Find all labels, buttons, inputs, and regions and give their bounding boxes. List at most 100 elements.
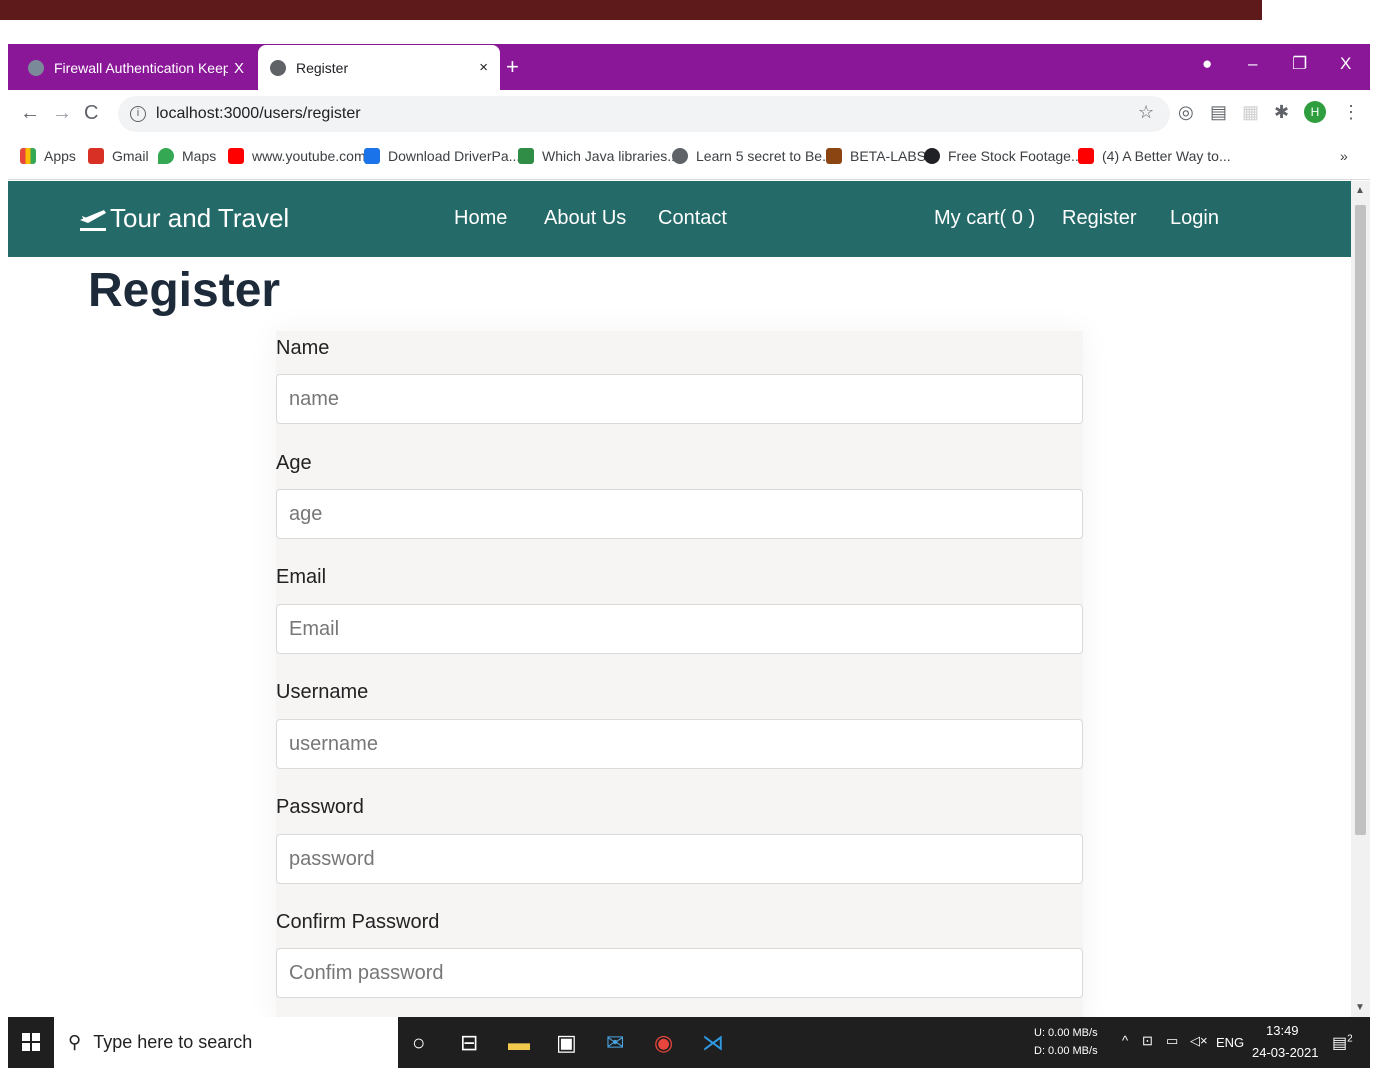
- tab-title: Firewall Authentication Keepalive: [54, 60, 228, 76]
- profile-menu-icon[interactable]: ●: [1202, 54, 1212, 74]
- youtube-icon: [1078, 148, 1094, 164]
- info-icon[interactable]: i: [130, 106, 146, 122]
- task-view-icon[interactable]: ⊟: [460, 1030, 478, 1056]
- tab-title: Register: [296, 59, 349, 76]
- cortana-icon[interactable]: ○: [412, 1030, 425, 1056]
- close-icon[interactable]: ×: [479, 59, 488, 76]
- clock-time[interactable]: 13:49: [1266, 1023, 1299, 1038]
- stock-footage-icon: [924, 148, 940, 164]
- new-tab-button[interactable]: +: [506, 54, 519, 80]
- battery-icon[interactable]: ▭: [1166, 1033, 1178, 1049]
- email-label: Email: [276, 566, 327, 588]
- search-icon: ⚲: [68, 1032, 82, 1052]
- page-title: Register: [88, 264, 281, 317]
- puzzle-icon[interactable]: ✱: [1274, 102, 1289, 123]
- forward-icon[interactable]: →: [52, 102, 72, 125]
- reader-icon[interactable]: ▤: [1210, 102, 1227, 123]
- extension-icon[interactable]: ◎: [1178, 102, 1194, 123]
- back-icon[interactable]: ←: [20, 102, 40, 125]
- bookmark-item[interactable]: BETA-LABS: [826, 148, 926, 164]
- browser-toolbar: ← → C i localhost:3000/users/register ☆ …: [8, 90, 1370, 136]
- scroll-up-icon[interactable]: ▲: [1355, 185, 1365, 196]
- nav-contact[interactable]: Contact: [658, 207, 727, 230]
- windows-taskbar: ⚲ Type here to search ○ ⊟ ▬ ▣ ✉ ◉ ⋊ U: 0…: [8, 1017, 1370, 1068]
- volume-icon[interactable]: ◁×: [1190, 1033, 1208, 1049]
- bookmark-item[interactable]: Apps: [20, 148, 76, 164]
- store-icon[interactable]: ▣: [556, 1030, 577, 1056]
- notifications-icon[interactable]: ▤2: [1332, 1033, 1353, 1053]
- reload-icon[interactable]: C: [84, 102, 98, 125]
- bookmark-item[interactable]: Gmail: [88, 148, 149, 164]
- age-label: Age: [276, 452, 312, 474]
- bookmark-item[interactable]: Maps: [158, 148, 216, 164]
- tab-firewall[interactable]: Firewall Authentication Keepalive X: [16, 46, 256, 90]
- register-form: Name Age Email Username Password Confirm…: [276, 331, 1083, 1017]
- brand-text: Tour and Travel: [110, 203, 290, 233]
- email-input[interactable]: [276, 604, 1083, 654]
- bookmarks-overflow[interactable]: »: [1340, 148, 1348, 164]
- nav-login[interactable]: Login: [1170, 207, 1219, 230]
- confirm-password-label: Confirm Password: [276, 911, 440, 933]
- bookmark-item[interactable]: Learn 5 secret to Be...: [672, 148, 834, 164]
- bookmark-item[interactable]: Download DriverPa...: [364, 148, 520, 164]
- username-input[interactable]: [276, 719, 1083, 769]
- net-up: U: 0.00 MB/s: [1034, 1027, 1098, 1039]
- globe-icon: [28, 60, 44, 76]
- youtube-icon: [228, 148, 244, 164]
- language-indicator[interactable]: ENG: [1216, 1035, 1244, 1050]
- notification-count: 2: [1347, 1033, 1353, 1045]
- page-scrollbar[interactable]: ▲ ▼: [1351, 181, 1370, 1017]
- confirm-password-input[interactable]: [276, 948, 1083, 998]
- close-window-button[interactable]: X: [1340, 54, 1351, 74]
- name-label: Name: [276, 337, 330, 359]
- nav-about-us[interactable]: About Us: [544, 207, 626, 230]
- bookmark-item[interactable]: Which Java libraries...: [518, 148, 679, 164]
- chevron-up-icon[interactable]: ^: [1122, 1033, 1128, 1048]
- file-explorer-icon[interactable]: ▬: [508, 1030, 530, 1056]
- brand-link[interactable]: Tour and Travel: [78, 203, 289, 234]
- extension-icon[interactable]: ▦: [1242, 102, 1259, 123]
- net-down: D: 0.00 MB/s: [1034, 1045, 1098, 1057]
- age-input[interactable]: [276, 489, 1083, 539]
- top-decor-bar: [0, 0, 1262, 20]
- globe-icon: [672, 148, 688, 164]
- nav-register[interactable]: Register: [1062, 207, 1136, 230]
- clock-date[interactable]: 24-03-2021: [1252, 1045, 1319, 1060]
- windows-start-icon[interactable]: [22, 1033, 40, 1051]
- site-navbar: Tour and Travel Home About Us Contact My…: [8, 181, 1351, 257]
- page-viewport: Tour and Travel Home About Us Contact My…: [8, 181, 1351, 1017]
- globe-icon: [270, 59, 286, 76]
- star-icon[interactable]: ☆: [1138, 102, 1154, 123]
- restore-button[interactable]: ❐: [1292, 54, 1307, 74]
- close-icon[interactable]: X: [234, 60, 244, 77]
- chrome-icon[interactable]: ◉: [654, 1030, 673, 1056]
- password-input[interactable]: [276, 834, 1083, 884]
- bookmarks-bar: Apps Gmail Maps www.youtube.com Download…: [8, 136, 1370, 180]
- vscode-icon[interactable]: ⋊: [702, 1030, 724, 1056]
- url-text: localhost:3000/users/register: [156, 105, 361, 122]
- taskbar-search[interactable]: ⚲ Type here to search: [54, 1017, 398, 1068]
- avatar[interactable]: H: [1304, 101, 1326, 123]
- username-label: Username: [276, 681, 369, 703]
- name-input[interactable]: [276, 374, 1083, 424]
- bookmark-item[interactable]: (4) A Better Way to...: [1078, 148, 1231, 164]
- nav-home[interactable]: Home: [454, 207, 507, 230]
- kebab-menu-icon[interactable]: ⋮: [1342, 102, 1360, 123]
- scroll-thumb[interactable]: [1355, 205, 1366, 835]
- mail-icon[interactable]: ✉: [606, 1030, 624, 1056]
- maps-icon: [158, 148, 174, 164]
- minimize-button[interactable]: –: [1248, 54, 1257, 74]
- tab-register[interactable]: Register ×: [258, 45, 500, 90]
- beta-labs-icon: [826, 148, 842, 164]
- network-icon[interactable]: ⊡: [1142, 1033, 1153, 1049]
- address-bar[interactable]: i localhost:3000/users/register: [118, 96, 1170, 132]
- nav-my-cart[interactable]: My cart( 0 ): [934, 207, 1035, 230]
- plane-icon: [80, 209, 106, 231]
- sf-icon: [364, 148, 380, 164]
- bookmark-item[interactable]: Free Stock Footage...: [924, 148, 1083, 164]
- password-label: Password: [276, 796, 364, 818]
- gmail-icon: [88, 148, 104, 164]
- bookmark-item[interactable]: www.youtube.com: [228, 148, 366, 164]
- scroll-down-icon[interactable]: ▼: [1355, 1002, 1365, 1013]
- search-placeholder: Type here to search: [93, 1032, 253, 1052]
